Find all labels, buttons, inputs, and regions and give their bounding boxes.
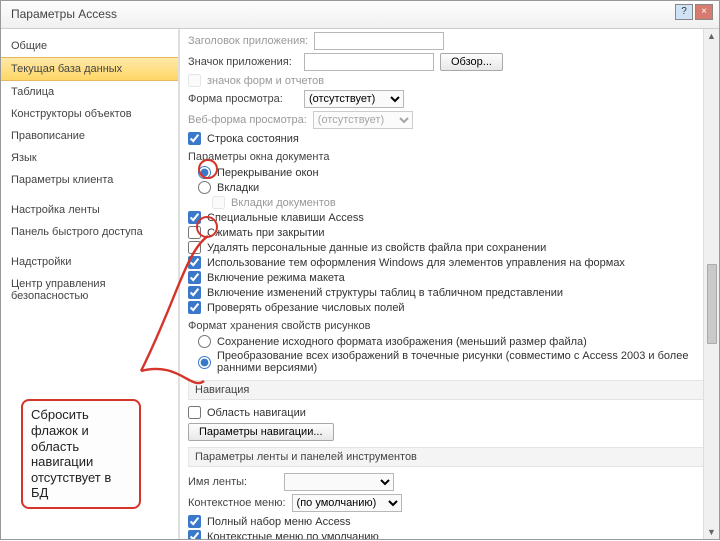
window-buttons: ? × [675,4,713,20]
layout-view-label: Включение режима макета [207,272,345,284]
sidebar-item-current-db[interactable]: Текущая база данных [1,57,178,81]
app-title-input[interactable] [314,32,444,50]
scroll-thumb[interactable] [707,264,717,344]
full-menus-checkbox[interactable] [188,515,201,528]
sidebar-item-client[interactable]: Параметры клиента [1,169,178,191]
web-form-select: (отсутствует) [313,111,413,129]
titlebar: Параметры Access ? × [1,1,719,29]
ribbon-header: Параметры ленты и панелей инструментов [188,447,711,467]
layout-view-checkbox[interactable] [188,271,201,284]
keep-source-label: Сохранение исходного формата изображения… [217,336,587,348]
compact-checkbox[interactable] [188,226,201,239]
web-form-label: Веб-форма просмотра: [188,114,307,126]
overlap-label: Перекрывание окон [217,167,319,179]
remove-personal-checkbox[interactable] [188,241,201,254]
ctx-default-label: Контекстные меню по умолчанию [207,531,379,540]
themed-controls-label: Использование тем оформления Windows для… [207,257,625,269]
sidebar-item-trust-center[interactable]: Центр управления безопасностью [1,273,178,307]
scroll-up-icon[interactable]: ▲ [707,31,716,41]
ribbon-name-label: Имя ленты: [188,476,278,488]
nav-options-button[interactable]: Параметры навигации... [188,423,334,441]
sidebar-item-datasheet[interactable]: Таблица [1,81,178,103]
show-nav-label: Область навигации [207,407,306,419]
display-form-select[interactable]: (отсутствует) [304,90,404,108]
remove-personal-label: Удалять персональные данные из свойств ф… [207,242,546,254]
help-button[interactable]: ? [675,4,693,20]
nav-header: Навигация [188,380,711,400]
annotation-callout: Сбросить флажок и область навигации отсу… [21,399,141,509]
ctx-default-checkbox[interactable] [188,530,201,539]
themed-controls-checkbox[interactable] [188,256,201,269]
sidebar-item-addins[interactable]: Надстройки [1,251,178,273]
tabs-docs-label: Вкладки документов [231,197,336,209]
app-icon-input[interactable] [304,53,434,71]
sidebar-item-language[interactable]: Язык [1,147,178,169]
main-panel: Заголовок приложения: Значок приложения:… [179,29,719,539]
tabs-docs-checkbox [212,196,225,209]
tabs-label: Вкладки [217,182,259,194]
display-form-label: Форма просмотра: [188,93,298,105]
browse-button[interactable]: Обзор... [440,53,503,71]
callout-text: Сбросить флажок и область навигации отсу… [31,407,111,500]
special-keys-label: Специальные клавиши Access [207,212,364,224]
full-menus-label: Полный набор меню Access [207,516,351,528]
ctx-menu-select[interactable]: (по умолчанию) [292,494,402,512]
sidebar-item-ribbon[interactable]: Настройка ленты [1,199,178,221]
ribbon-name-select[interactable] [284,473,394,491]
show-nav-checkbox[interactable] [188,406,201,419]
check-truncated-checkbox[interactable] [188,301,201,314]
status-bar-label: Строка состояния [207,133,299,145]
design-changes-checkbox[interactable] [188,286,201,299]
design-changes-label: Включение изменений структуры таблиц в т… [207,287,563,299]
special-keys-checkbox[interactable] [188,211,201,224]
close-button[interactable]: × [695,4,713,20]
picfmt-header: Формат хранения свойств рисунков [188,320,711,332]
app-icon-label: Значок приложения: [188,56,298,68]
overlap-radio[interactable] [198,166,211,179]
icon-forms-reports-checkbox [188,74,201,87]
vertical-scrollbar[interactable]: ▲ ▼ [703,29,719,539]
sidebar-item-quick-access[interactable]: Панель быстрого доступа [1,221,178,243]
sidebar-item-proofing[interactable]: Правописание [1,125,178,147]
scroll-down-icon[interactable]: ▼ [707,527,716,537]
sidebar-item-general[interactable]: Общие [1,35,178,57]
status-bar-checkbox[interactable] [188,132,201,145]
ctx-menu-label: Контекстное меню: [188,497,286,509]
convert-all-radio[interactable] [198,356,211,369]
check-truncated-label: Проверять обрезание числовых полей [207,302,405,314]
convert-all-label: Преобразование всех изображений в точечн… [217,350,711,374]
docwin-header: Параметры окна документа [188,151,711,163]
tabs-radio[interactable] [198,181,211,194]
compact-label: Сжимать при закрытии [207,227,325,239]
window-title: Параметры Access [11,7,117,21]
dialog-window: Параметры Access ? × Общие Текущая база … [0,0,720,540]
sidebar-item-designers[interactable]: Конструкторы объектов [1,103,178,125]
keep-source-radio[interactable] [198,335,211,348]
app-title-label: Заголовок приложения: [188,35,308,47]
icon-forms-reports-label: значок форм и отчетов [207,75,324,87]
